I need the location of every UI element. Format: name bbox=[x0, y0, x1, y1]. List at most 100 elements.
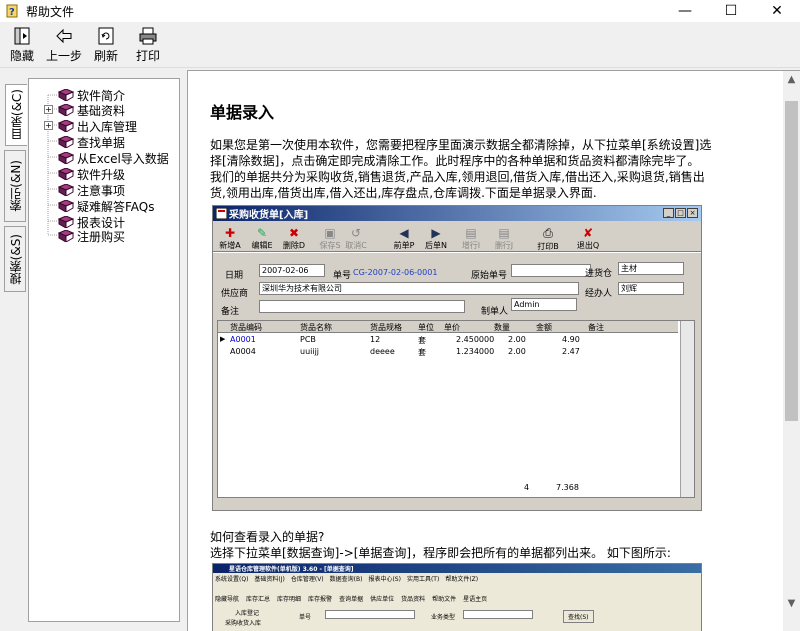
total-quantity: 4 bbox=[524, 483, 530, 492]
col-header: 数量 bbox=[494, 323, 510, 332]
prev-button: ◀ 前单P bbox=[393, 226, 415, 250]
scroll-down-arrow[interactable]: ▼ bbox=[783, 595, 800, 612]
tree-item-excel-import[interactable]: 从Excel导入数据 bbox=[58, 151, 169, 166]
warehouse-select: 主材 bbox=[618, 262, 684, 275]
screenshot2-toolbar: 隐藏导航 库存汇总 库存明细 库存报警 查询单据 供应单位 货品资料 帮助文件 星语主页 bbox=[215, 596, 488, 603]
print-button[interactable]: 打印 bbox=[134, 26, 162, 66]
contents-tree: + + 软件简介 基础资料 出入库管理 查找单据 从Excel导入数据 软件升级… bbox=[28, 78, 180, 622]
minimize-button[interactable]: — bbox=[662, 0, 708, 22]
intro-paragraph: 如果您是第一次使用本软件，您需要把程序里面演示数据全都清除掉，从下拉菜单[系统设… bbox=[210, 138, 712, 200]
page-title: 单据录入 bbox=[210, 103, 275, 122]
toolbar: 隐藏 上一步 刷新 打印 bbox=[0, 22, 800, 68]
no-label: 单号 bbox=[333, 271, 352, 281]
total-amount: 7.368 bbox=[556, 483, 579, 492]
screenshot2-menu: 系统设置(Q) 基础资料(J) 仓库管理(V) 数据查询(B) 报表中心(S) 实用工具(… bbox=[215, 576, 479, 583]
book-icon bbox=[58, 89, 74, 101]
screenshot-title-bar: 采购收货单[入库] bbox=[213, 206, 701, 221]
remark-label: 备注 bbox=[221, 307, 240, 317]
items-grid: 货品编码 货品名称 货品规格 单位 单价 数量 金额 备注 ▶ A0001 PC… bbox=[217, 320, 695, 498]
maker-field: Admin bbox=[511, 298, 577, 311]
remark-field bbox=[259, 300, 465, 313]
search-button: 查找(S) bbox=[563, 610, 594, 623]
print-icon bbox=[139, 27, 157, 45]
divider bbox=[213, 251, 701, 253]
tree-item-basic-data[interactable]: 基础资料 bbox=[58, 103, 125, 118]
handler-label: 经办人 bbox=[585, 289, 613, 299]
grid-scrollbar bbox=[680, 321, 694, 497]
no-field bbox=[325, 610, 415, 619]
maximize-button[interactable]: ☐ bbox=[708, 0, 754, 22]
tab-index[interactable]: 索引(&N) bbox=[4, 150, 26, 222]
content-scrollbar[interactable]: ▲ ▼ bbox=[783, 71, 800, 631]
col-header: 货品编码 bbox=[230, 323, 262, 332]
book-icon bbox=[58, 230, 74, 242]
original-no-field bbox=[511, 264, 591, 277]
tree-item-notes[interactable]: 注意事项 bbox=[58, 183, 125, 198]
scroll-thumb[interactable] bbox=[785, 101, 798, 421]
exit-button: ✘ 退出Q bbox=[576, 226, 600, 250]
nav-item: 采购收货入库 bbox=[225, 620, 262, 627]
tree-item-register[interactable]: 注册购买 bbox=[58, 229, 125, 244]
back-button[interactable]: 上一步 bbox=[44, 26, 84, 66]
book-icon bbox=[58, 152, 74, 164]
refresh-icon bbox=[98, 27, 114, 45]
col-header: 货品名称 bbox=[300, 323, 332, 332]
tree-item-faqs[interactable]: 疑难解答FAQs bbox=[58, 199, 155, 214]
document-number: CG-2007-02-06-0001 bbox=[353, 268, 438, 277]
book-icon bbox=[58, 120, 74, 132]
type-select bbox=[463, 610, 533, 619]
refresh-button[interactable]: 刷新 bbox=[92, 26, 120, 66]
tab-contents[interactable]: 目录(&C) bbox=[5, 84, 27, 146]
col-header: 单位 bbox=[418, 323, 434, 332]
col-header: 金额 bbox=[536, 323, 552, 332]
svg-text:?: ? bbox=[9, 7, 15, 18]
book-icon bbox=[58, 104, 74, 116]
window-title: 帮助文件 bbox=[26, 4, 75, 19]
next-button: ▶ 后单N bbox=[425, 226, 447, 250]
screenshot2-title-bar: 星语仓库管理软件(单机版) 3.60 - [单据查询] bbox=[213, 564, 701, 573]
form-icon bbox=[216, 208, 227, 219]
supplier-field: 深圳华为技术有限公司 bbox=[259, 282, 579, 295]
tree-item-stock-management[interactable]: 出入库管理 bbox=[58, 119, 137, 134]
screenshot-window-controls: _ □ × bbox=[663, 208, 698, 218]
col-header: 货品规格 bbox=[370, 323, 402, 332]
maker-label: 制单人 bbox=[481, 307, 509, 317]
edit-button: ✎ 编辑E bbox=[251, 226, 273, 250]
document-query-screenshot: 星语仓库管理软件(单机版) 3.60 - [单据查询] 系统设置(Q) 基础资料(… bbox=[212, 563, 702, 631]
expand-toggle[interactable]: + bbox=[44, 105, 53, 114]
tree-item-upgrade[interactable]: 软件升级 bbox=[58, 167, 125, 182]
save-button: ▣ 保存S bbox=[319, 226, 341, 250]
date-label: 日期 bbox=[225, 271, 244, 281]
tree-item-find-documents[interactable]: 查找单据 bbox=[58, 135, 125, 150]
hide-icon bbox=[14, 27, 30, 45]
print-screenshot-button: ⎙ 打印B bbox=[537, 226, 559, 251]
close-button[interactable]: ✕ bbox=[754, 0, 800, 22]
hide-button[interactable]: 隐藏 bbox=[8, 26, 36, 66]
warehouse-label: 进货仓 bbox=[585, 269, 613, 279]
date-field: 2007-02-06 bbox=[259, 264, 325, 277]
cancel-button: ↺ 取消C bbox=[345, 226, 367, 250]
tab-search[interactable]: 搜索(&S) bbox=[4, 226, 26, 292]
help-file-icon: ? bbox=[6, 4, 18, 18]
new-button: ✚ 新增A bbox=[219, 226, 241, 250]
book-icon bbox=[58, 200, 74, 212]
expand-toggle[interactable]: + bbox=[44, 121, 53, 130]
book-icon bbox=[58, 216, 74, 228]
scroll-up-arrow[interactable]: ▲ bbox=[783, 71, 800, 88]
delete-button: ✖ 删除D bbox=[282, 226, 306, 250]
add-row-button: ▤ 增行I bbox=[461, 226, 481, 250]
supplier-label: 供应商 bbox=[221, 289, 249, 299]
book-icon bbox=[58, 184, 74, 196]
back-icon bbox=[56, 28, 72, 44]
query-paragraph: 如何查看录入的单据? 选择下拉菜单[数据查询]->[单据查询]，程序即会把所有的… bbox=[210, 530, 671, 560]
original-no-label: 原始单号 bbox=[471, 271, 508, 281]
nav-label: 入库登记 bbox=[235, 610, 260, 617]
content-pane: 单据录入 如果您是第一次使用本软件，您需要把程序里面演示数据全都清除掉，从下拉菜… bbox=[187, 70, 800, 631]
purchase-receipt-screenshot: 采购收货单[入库] _ □ × ✚ 新增A ✎ 编辑E ✖ 删除D ▣ 保存S ↺ 取消C… bbox=[212, 205, 702, 511]
delete-row-button: ▤ 删行J bbox=[494, 226, 514, 250]
type-label: 业务类型 bbox=[431, 614, 456, 621]
tree-item-software-intro[interactable]: 软件简介 bbox=[58, 88, 125, 103]
handler-select: 刘辉 bbox=[618, 282, 684, 295]
no-label: 单号 bbox=[299, 614, 312, 621]
book-icon bbox=[58, 136, 74, 148]
